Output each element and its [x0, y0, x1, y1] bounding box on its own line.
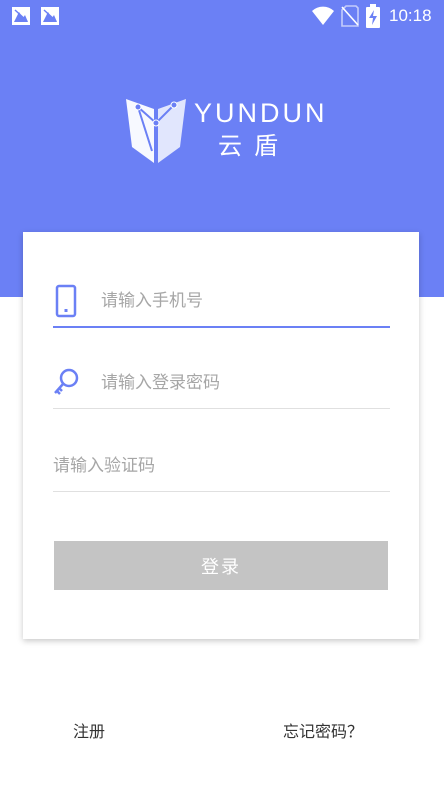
login-button[interactable]: 登录 [54, 541, 388, 590]
code-field [53, 443, 390, 492]
phone-icon [55, 284, 77, 318]
verification-code-input[interactable] [53, 451, 383, 481]
clock: 10:18 [389, 6, 432, 25]
brand-name-en: YUNDUN [194, 98, 328, 128]
shield-logo-icon [126, 99, 186, 163]
battery-charging-icon [366, 4, 380, 28]
no-sim-icon [341, 5, 359, 27]
notification-image-icon [12, 7, 30, 25]
login-card: 登录 [23, 232, 419, 639]
notification-image-icon [41, 7, 59, 25]
status-bar: 10:18 [0, 0, 444, 32]
password-field [53, 360, 390, 409]
forgot-password-link[interactable]: 忘记密码？ [283, 721, 363, 743]
key-icon [54, 368, 79, 395]
phone-field [53, 278, 390, 328]
phone-input[interactable] [101, 286, 381, 316]
wifi-icon [312, 6, 334, 25]
register-link[interactable]: 注册 [73, 721, 105, 743]
password-input[interactable] [101, 368, 381, 398]
brand-name-cn: 云盾 [218, 132, 290, 160]
